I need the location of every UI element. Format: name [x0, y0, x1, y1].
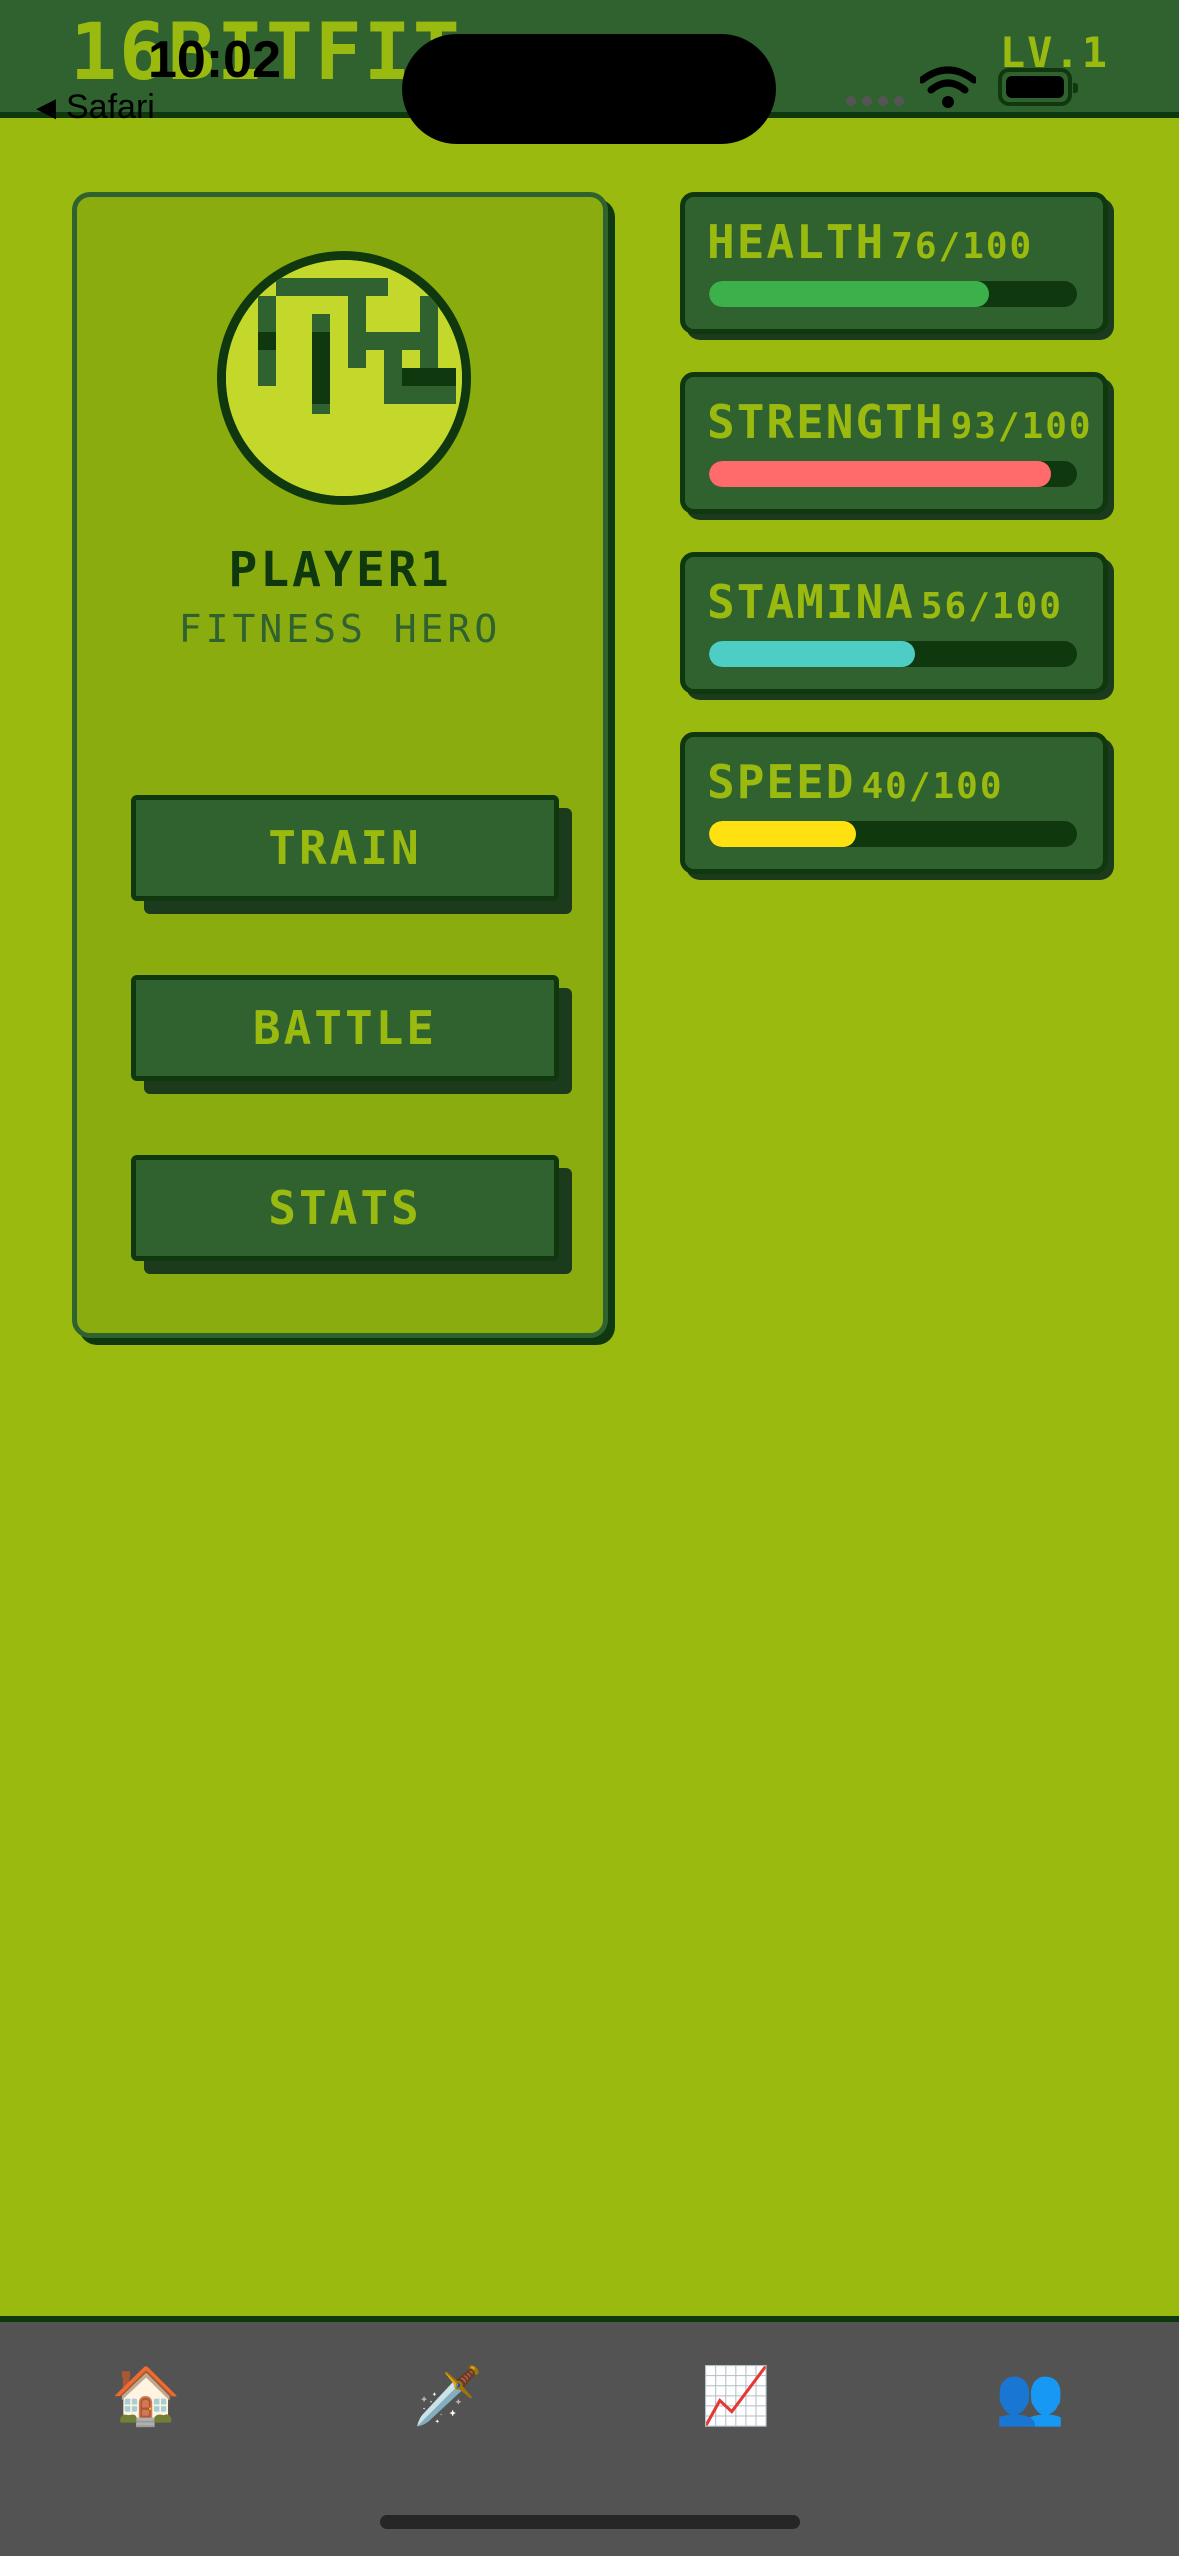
tab-home[interactable]: 🏠 [86, 2356, 206, 2436]
home-indicator [380, 2515, 800, 2529]
tab-social[interactable]: 👥 [970, 2356, 1090, 2436]
train-button[interactable]: TRAIN [131, 795, 559, 901]
stat-card-health: HEALTH 76/100 [680, 192, 1108, 334]
chart-icon: 📈 [701, 2364, 771, 2429]
cellular-signal-icon [846, 96, 904, 106]
battery-icon [998, 68, 1078, 106]
stat-card-speed: SPEED 40/100 [680, 732, 1108, 874]
player-name: PLAYER1 [228, 542, 452, 598]
health-bar-fill [709, 281, 989, 307]
player-card: PLAYER1 FITNESS HERO TRAIN BATTLE STATS [72, 192, 608, 1338]
back-label: Safari [66, 88, 155, 126]
strength-bar-fill [709, 461, 1052, 487]
back-to-safari-link[interactable]: ◀ Safari [36, 88, 155, 127]
dynamic-island [402, 34, 776, 144]
battle-button[interactable]: BATTLE [131, 975, 559, 1081]
back-arrow-icon: ◀ [36, 92, 56, 122]
player-avatar [217, 251, 471, 505]
stat-name: SPEED [707, 755, 856, 809]
stat-name: STRENGTH [707, 395, 945, 449]
stat-card-stamina: STAMINA 56/100 [680, 552, 1108, 694]
stat-card-strength: STRENGTH 93/100 [680, 372, 1108, 514]
tab-battle[interactable]: 🗡️ [388, 2356, 508, 2436]
stat-value: 76/100 [891, 226, 1034, 267]
speed-bar-fill [709, 821, 857, 847]
stamina-bar-fill [709, 641, 916, 667]
tab-stats[interactable]: 📈 [676, 2356, 796, 2436]
stat-bar-track [709, 821, 1077, 847]
home-icon: 🏠 [111, 2364, 181, 2429]
stat-name: STAMINA [707, 575, 915, 629]
status-time: 10:02 [148, 31, 281, 89]
wifi-icon [918, 66, 978, 112]
stats-button[interactable]: STATS [131, 1155, 559, 1261]
player-class: FITNESS HERO [178, 607, 502, 651]
sword-icon: 🗡️ [413, 2364, 483, 2429]
stat-value: 93/100 [950, 406, 1093, 447]
stat-bar-track [709, 281, 1077, 307]
stat-bar-track [709, 641, 1077, 667]
stat-bar-track [709, 461, 1077, 487]
stat-value: 56/100 [920, 586, 1063, 627]
stat-name: HEALTH [707, 215, 886, 269]
stat-value: 40/100 [861, 766, 1004, 807]
people-icon: 👥 [995, 2364, 1065, 2429]
